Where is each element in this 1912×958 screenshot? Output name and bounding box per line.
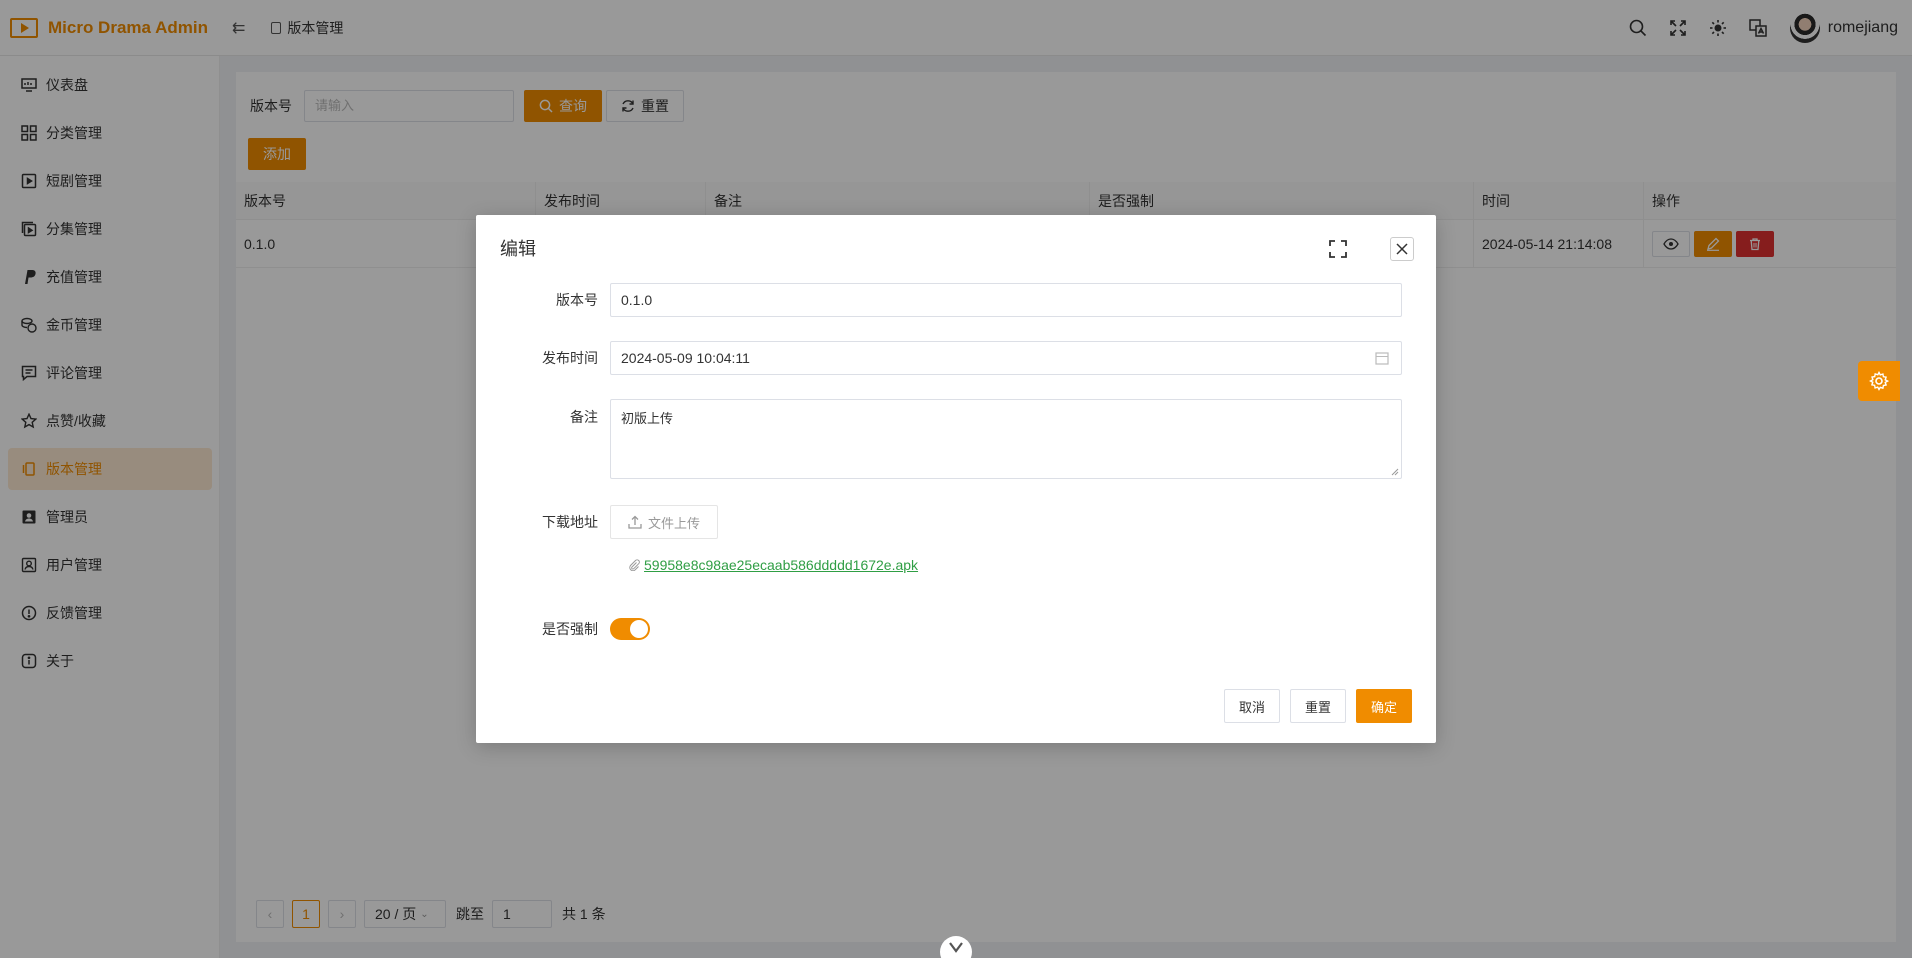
confirm-button[interactable]: 确定 [1355,689,1412,723]
download-label: 下载地址 [542,514,598,530]
note-row: 备注 初版上传 [476,399,1402,479]
force-label: 是否强制 [542,621,598,637]
file-upload-button[interactable]: 文件上传 [610,505,718,539]
dialog-footer: 取消 重置 确定 [1214,689,1412,723]
dialog-reset-button[interactable]: 重置 [1289,689,1346,723]
maximize-icon[interactable] [1328,239,1348,259]
gear-icon [1869,371,1889,391]
download-row: 下载地址 文件上传 [476,505,718,539]
note-textarea[interactable]: 初版上传 [610,399,1402,479]
publish-time-value: 2024-05-09 10:04:11 [621,350,750,366]
file-name: 59958e8c98ae25ecaab586ddddd1672e.apk [644,557,919,573]
dialog-title: 编辑 [500,239,536,259]
calendar-icon [1375,352,1389,365]
resize-handle-icon [1391,468,1399,476]
edit-dialog: 编辑 版本号 0.1.0 发布时间 2024-05-09 10:04:11 备注… [476,215,1436,743]
settings-gear-button[interactable] [1858,361,1900,401]
version-input[interactable]: 0.1.0 [610,283,1402,317]
publish-time-label: 发布时间 [542,350,598,366]
version-row: 版本号 0.1.0 [476,283,1402,317]
upload-label: 文件上传 [647,515,700,531]
publish-time-row: 发布时间 2024-05-09 10:04:11 [476,341,1402,375]
uploaded-file-link[interactable]: 59958e8c98ae25ecaab586ddddd1672e.apk [628,557,918,573]
publish-time-picker[interactable]: 2024-05-09 10:04:11 [610,341,1402,375]
version-label: 版本号 [556,292,598,308]
close-icon[interactable] [1390,237,1414,261]
note-value: 初版上传 [621,411,674,426]
note-label: 备注 [570,409,598,425]
chevron-down-icon [949,942,963,953]
force-toggle[interactable] [610,618,650,640]
paperclip-icon [629,559,640,571]
force-row: 是否强制 [476,618,650,640]
cancel-button[interactable]: 取消 [1223,689,1280,723]
upload-icon [628,515,642,529]
